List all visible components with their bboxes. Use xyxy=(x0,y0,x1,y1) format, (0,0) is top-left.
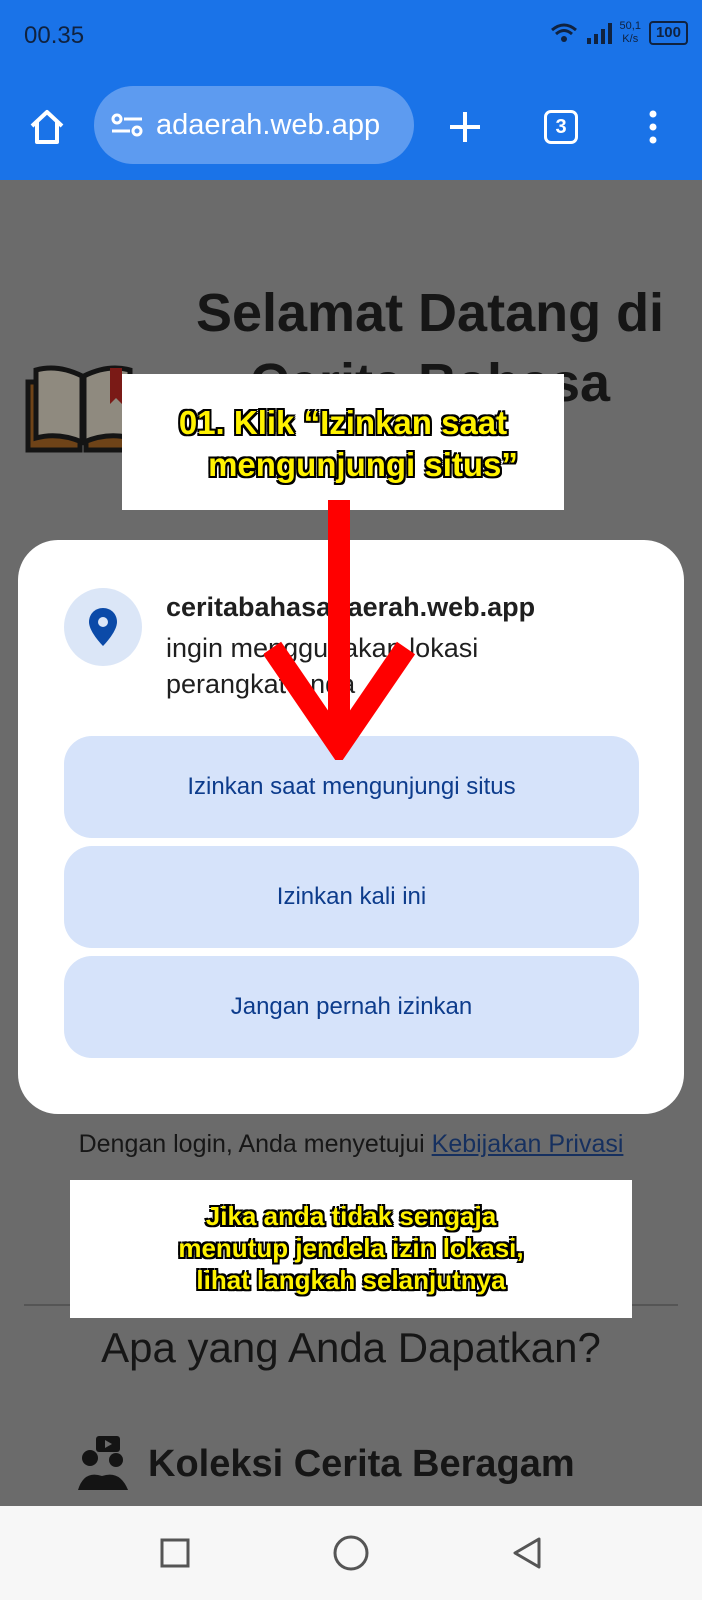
location-pin-icon xyxy=(89,608,117,646)
login-note: Dengan login, Anda menyetujui Kebijakan … xyxy=(0,1130,702,1159)
wifi-icon xyxy=(550,23,577,42)
home-icon xyxy=(30,110,64,144)
home-nav-button[interactable] xyxy=(316,1506,386,1600)
tab-count: 3 xyxy=(544,110,578,144)
allow-this-time-button[interactable]: Izinkan kali ini xyxy=(64,846,639,948)
reading-person-icon xyxy=(78,1436,128,1490)
step-line-2: mengunjungi situs” xyxy=(208,446,518,483)
login-note-text: Dengan login, Anda menyetujui xyxy=(78,1130,425,1158)
tip-annotation: Jika anda tidak sengaja menutup jendela … xyxy=(70,1180,632,1318)
back-button[interactable] xyxy=(492,1506,562,1600)
recents-button[interactable] xyxy=(140,1506,210,1600)
privacy-policy-link[interactable]: Kebijakan Privasi xyxy=(432,1130,624,1158)
location-icon-container xyxy=(64,588,142,666)
speed-unit: K/s xyxy=(622,33,639,45)
address-bar[interactable]: adaerah.web.app xyxy=(94,86,414,164)
speed-value: 50,1 xyxy=(619,20,641,32)
battery-indicator: 100 xyxy=(648,21,688,45)
red-arrow-icon xyxy=(264,500,416,760)
tip-line-3: lihat langkah selanjutnya xyxy=(196,1265,506,1295)
feature-label: Koleksi Cerita Beragam xyxy=(148,1442,575,1485)
signal-icon xyxy=(586,23,612,44)
status-time: 00.35 xyxy=(24,22,85,49)
triangle-back-icon xyxy=(513,1537,541,1569)
section-title: Apa yang Anda Dapatkan? xyxy=(101,1324,601,1371)
new-tab-button[interactable] xyxy=(430,74,500,180)
circle-icon xyxy=(333,1535,369,1571)
site-settings-icon xyxy=(111,113,143,137)
status-bar: 00.35 50,1 K/s 100 xyxy=(0,0,702,74)
menu-button[interactable] xyxy=(626,74,680,180)
square-icon xyxy=(160,1538,190,1568)
browser-toolbar: adaerah.web.app 3 xyxy=(0,74,702,180)
network-speed: 50,1 K/s xyxy=(620,20,641,46)
navigation-bar xyxy=(0,1506,702,1600)
step-annotation: 01. Klik “Izinkan saat mengunjungi situs… xyxy=(122,374,564,510)
tab-switcher-button[interactable]: 3 xyxy=(528,74,594,180)
status-icons: 50,1 K/s 100 xyxy=(550,20,688,46)
more-vert-icon xyxy=(649,110,657,144)
feature-item: Koleksi Cerita Beragam xyxy=(76,1436,575,1492)
home-button[interactable] xyxy=(16,74,78,180)
step-line-1: 01. Klik “Izinkan saat xyxy=(178,404,508,441)
plus-icon xyxy=(450,112,480,142)
never-allow-button[interactable]: Jangan pernah izinkan xyxy=(64,956,639,1058)
tip-line-2: menutup jendela izin lokasi, xyxy=(178,1233,524,1263)
tip-line-1: Jika anda tidak sengaja xyxy=(205,1201,497,1231)
url-text: adaerah.web.app xyxy=(156,108,381,141)
